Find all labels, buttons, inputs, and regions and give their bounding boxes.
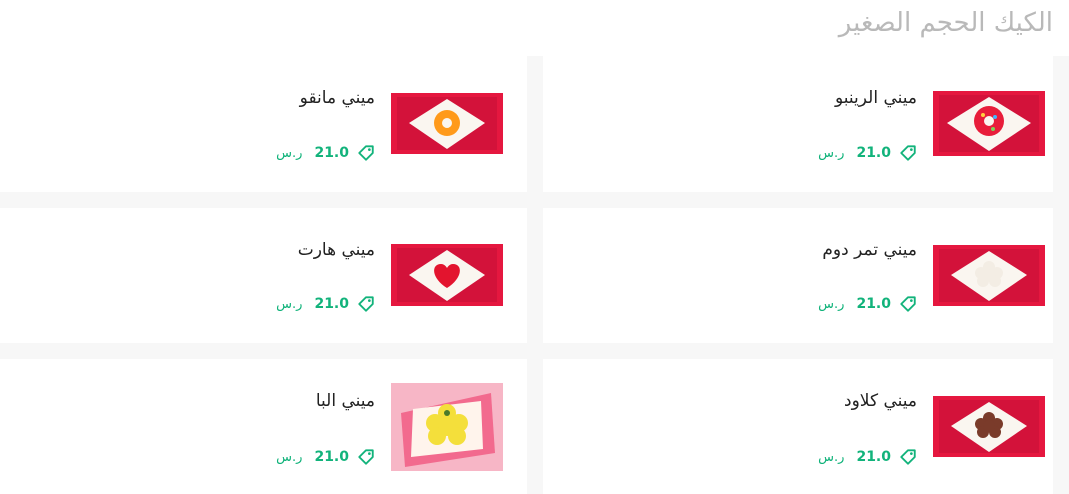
- price-row: ر.س 21.0: [276, 144, 375, 162]
- product-card[interactable]: ميني تمر دوم ر.س 21.0: [543, 208, 1053, 343]
- product-name[interactable]: ميني الرينبو: [835, 88, 917, 108]
- product-image: [933, 245, 1045, 306]
- product-card[interactable]: ميني الرينبو ر.س 21.0: [543, 56, 1053, 192]
- currency-label: ر.س: [276, 145, 303, 161]
- currency-label: ر.س: [276, 449, 303, 465]
- price-row: ر.س 21.0: [276, 448, 375, 466]
- product-image: [391, 383, 503, 471]
- product-card[interactable]: ميني هارت ر.س 21.0: [0, 208, 527, 343]
- product-price: 21.0: [856, 296, 891, 312]
- product-name[interactable]: ميني كلاود: [844, 391, 917, 411]
- currency-label: ر.س: [276, 296, 303, 312]
- price-row: ر.س 21.0: [818, 295, 917, 313]
- currency-label: ر.س: [818, 145, 845, 161]
- currency-label: ر.س: [818, 449, 845, 465]
- product-name[interactable]: ميني البا: [316, 391, 375, 411]
- price-tag-icon: [900, 296, 916, 312]
- product-price: 21.0: [314, 449, 349, 465]
- product-price: 21.0: [314, 296, 349, 312]
- product-card[interactable]: ميني كلاود ر.س 21.0: [543, 359, 1053, 494]
- product-name[interactable]: ميني تمر دوم: [822, 240, 917, 260]
- price-tag-icon: [900, 449, 916, 465]
- product-price: 21.0: [856, 449, 891, 465]
- section-title: الكيك الحجم الصغير: [838, 8, 1053, 38]
- price-tag-icon: [358, 296, 374, 312]
- product-price: 21.0: [314, 145, 349, 161]
- product-name[interactable]: ميني مانقو: [300, 88, 375, 108]
- product-price: 21.0: [856, 145, 891, 161]
- product-card[interactable]: cafe ميني مانقو ر.س 21.0: [0, 56, 527, 192]
- price-tag-icon: [358, 449, 374, 465]
- product-name[interactable]: ميني هارت: [298, 240, 375, 260]
- price-tag-icon: [900, 145, 916, 161]
- price-row: ر.س 21.0: [818, 448, 917, 466]
- watermark-text: cafe: [45, 91, 123, 141]
- price-row: ر.س 21.0: [818, 144, 917, 162]
- price-row: ر.س 21.0: [276, 295, 375, 313]
- currency-label: ر.س: [818, 296, 845, 312]
- product-image: [933, 396, 1045, 457]
- product-image: [391, 93, 503, 154]
- product-image: [933, 91, 1045, 156]
- product-image: [391, 244, 503, 306]
- price-tag-icon: [358, 145, 374, 161]
- product-card[interactable]: ميني البا ر.س 21.0: [0, 359, 527, 494]
